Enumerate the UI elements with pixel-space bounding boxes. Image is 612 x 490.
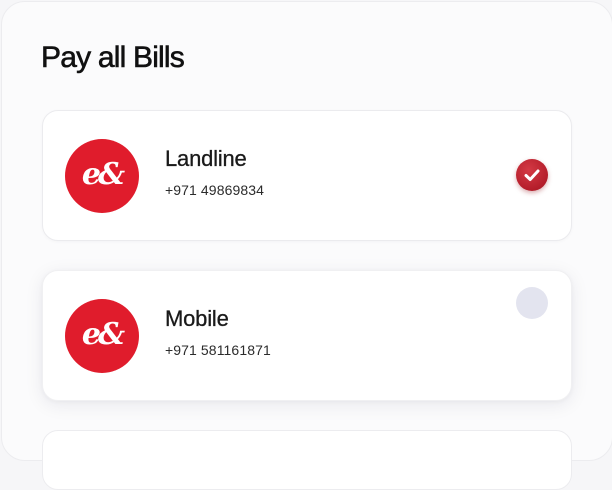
bill-name: Mobile xyxy=(165,306,229,331)
bill-number: +971 49869834 xyxy=(165,182,265,198)
bill-number: +971 581161871 xyxy=(165,342,271,358)
bills-panel: Pay all Bills e& Landline +971 49869834 … xyxy=(1,1,612,490)
bill-card-mobile[interactable]: e& Mobile +971 581161871 xyxy=(42,270,572,401)
bill-card-partial[interactable] xyxy=(42,430,572,490)
eand-logo-icon: e& xyxy=(65,139,139,213)
checkmark-circle-icon[interactable] xyxy=(516,159,548,191)
eand-logo-icon: e& xyxy=(65,299,139,373)
bill-name: Landline xyxy=(165,146,247,171)
logo-text: e& xyxy=(81,156,125,192)
logo-text: e& xyxy=(81,316,125,352)
page-title: Pay all Bills xyxy=(41,41,185,75)
bill-card-landline[interactable]: e& Landline +971 49869834 xyxy=(42,110,572,241)
radio-empty-icon[interactable] xyxy=(516,287,548,319)
